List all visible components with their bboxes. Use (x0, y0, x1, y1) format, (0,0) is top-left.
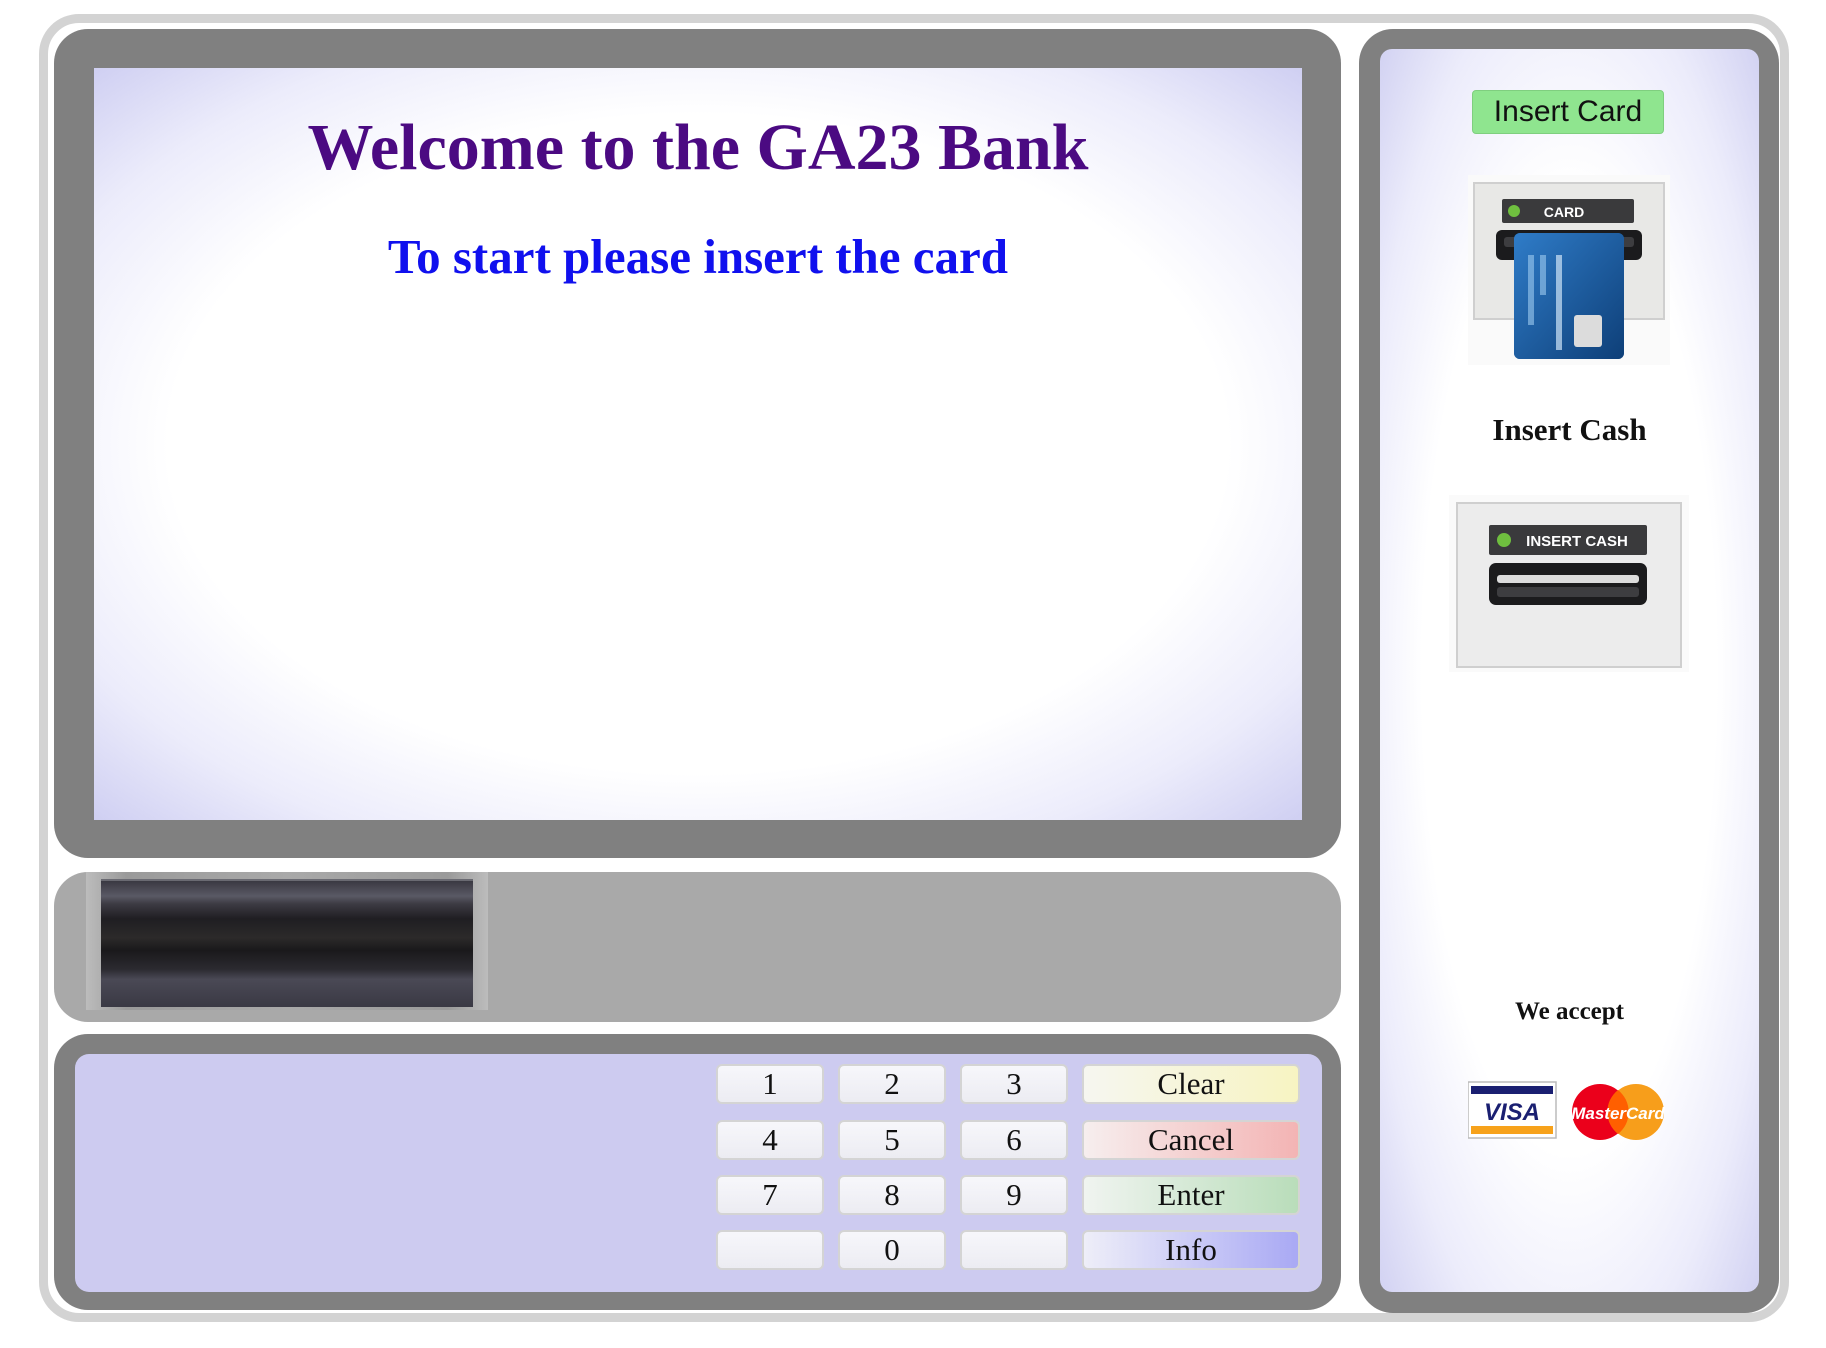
key-6[interactable]: 6 (960, 1120, 1068, 1160)
cancel-button[interactable]: Cancel (1082, 1120, 1300, 1160)
mastercard-logo-icon: MasterCard (1571, 1084, 1665, 1140)
key-blank-left[interactable] (716, 1230, 824, 1270)
info-button[interactable]: Info (1082, 1230, 1300, 1270)
insert-cash-label: Insert Cash (1492, 412, 1647, 447)
cash-slot-image[interactable]: INSERT CASH (1449, 495, 1689, 672)
svg-text:VISA: VISA (1484, 1099, 1540, 1126)
instruction-text: To start please insert the card (387, 229, 1009, 284)
key-0[interactable]: 0 (838, 1230, 946, 1270)
welcome-title: Welcome to the GA23 Bank (307, 111, 1089, 184)
atm-screen: Welcome to the GA23 Bank To start please… (94, 68, 1302, 820)
svg-text:MasterCard: MasterCard (1571, 1104, 1665, 1123)
key-7[interactable]: 7 (716, 1175, 824, 1215)
key-4[interactable]: 4 (716, 1120, 824, 1160)
key-blank-right[interactable] (960, 1230, 1068, 1270)
card-slot-label: CARD (1544, 204, 1584, 220)
key-3[interactable]: 3 (960, 1064, 1068, 1104)
key-8[interactable]: 8 (838, 1175, 946, 1215)
insert-card-button[interactable]: Insert Card (1472, 90, 1664, 134)
card-slot-icon: CARD (1473, 182, 1665, 359)
cash-dispenser-slot (101, 879, 473, 1007)
visa-logo-icon: VISA (1467, 1081, 1557, 1139)
key-9[interactable]: 9 (960, 1175, 1068, 1215)
key-1[interactable]: 1 (716, 1064, 824, 1104)
clear-button[interactable]: Clear (1082, 1064, 1300, 1104)
key-2[interactable]: 2 (838, 1064, 946, 1104)
key-5[interactable]: 5 (838, 1120, 946, 1160)
card-slot-image[interactable]: CARD (1468, 175, 1670, 365)
cash-slot-icon: INSERT CASH (1456, 502, 1682, 668)
cash-slot-label: INSERT CASH (1526, 533, 1628, 550)
card-brand-logos: VISA MasterCard (1467, 1078, 1668, 1142)
we-accept-label: We accept (1515, 998, 1624, 1025)
enter-button[interactable]: Enter (1082, 1175, 1300, 1215)
